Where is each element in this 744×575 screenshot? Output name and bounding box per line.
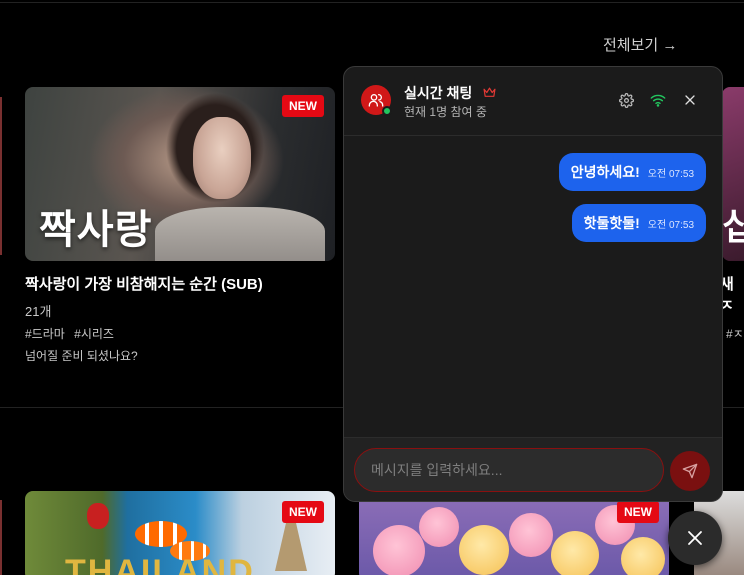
plush-shape [509,513,553,557]
chat-message: 핫둘핫둘! 오전 07:53 [571,204,706,242]
new-badge: NEW [617,501,659,523]
top-divider [0,2,744,3]
close-icon [688,531,702,545]
next-card-title[interactable]: 새 ㅈ [720,273,744,315]
tag[interactable]: #드라마 [25,327,65,341]
send-button[interactable] [670,451,710,491]
chat-toggle-close-button[interactable] [668,511,722,565]
live-chat-panel: 실시간 채팅 현재 1명 참여 중 안녕하세요! 오전 07:53 핫둘핫둘! … [343,66,723,502]
video-thumbnail-thailand[interactable]: THAILAND NEW [25,491,335,575]
gear-icon [618,92,634,108]
chat-title: 실시간 채팅 [404,85,473,101]
tag[interactable]: #시리즈 [74,327,114,341]
send-icon [682,463,698,479]
wifi-icon [650,94,666,107]
plush-shape [551,531,599,575]
card-count: 21개 [25,304,52,319]
message-time: 오전 07:53 [647,168,694,180]
chat-header: 실시간 채팅 현재 1명 참여 중 [344,67,722,136]
message-input[interactable] [354,448,664,492]
video-thumbnail[interactable]: 짝사랑 NEW [25,87,335,261]
prev-card-edge-bottom[interactable] [0,500,2,575]
plush-shape [621,537,665,575]
settings-button[interactable] [617,91,635,109]
new-badge: NEW [282,95,324,117]
plush-shape [419,507,459,547]
lantern-shape [87,503,109,529]
next-card-thumb-text: 십 [722,206,744,247]
message-list[interactable]: 안녕하세요! 오전 07:53 핫둘핫둘! 오전 07:53 [344,137,722,437]
close-chat-button[interactable] [681,91,699,109]
thumb-figure-face [193,117,251,199]
see-all-link[interactable]: 전체보기 → [603,34,677,55]
next-card-tag[interactable]: #ㅈ [726,325,744,342]
close-icon [685,95,695,105]
plush-shape [373,525,425,575]
card-title[interactable]: 짝사랑이 가장 비참해지는 순간 (SUB) [25,273,263,294]
prev-card-edge[interactable] [0,97,2,255]
thumb-figure-body [155,207,325,261]
online-status-dot [382,106,392,116]
crown-icon [483,87,496,97]
message-text: 안녕하세요! [570,164,640,180]
connection-status [649,91,667,109]
new-badge: NEW [282,501,324,523]
users-icon [368,94,384,107]
thumbnail-title: 짝사랑 [39,208,153,252]
message-time: 오전 07:53 [647,219,694,231]
participant-count: 현재 1명 참여 중 [404,105,487,119]
card-description: 넘어질 준비 되셨나요? [25,349,138,363]
video-thumbnail-kirby[interactable]: NEW [359,491,669,575]
plush-shape [459,525,509,575]
chat-message: 안녕하세요! 오전 07:53 [558,153,706,191]
message-text: 핫둘핫둘! [583,215,640,231]
thumbnail-title: THAILAND [65,553,255,575]
chat-composer [344,437,722,501]
card-tags: #드라마 #시리즈 [25,325,120,342]
